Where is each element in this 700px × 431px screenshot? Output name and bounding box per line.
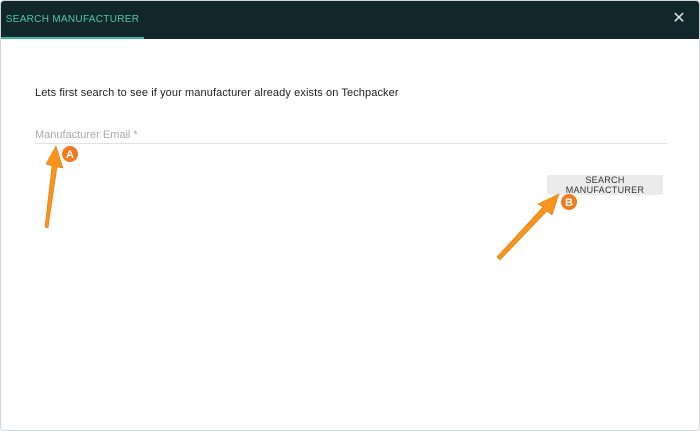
manufacturer-email-field-wrapper — [35, 125, 667, 144]
search-manufacturer-dialog: SEARCH MANUFACTURER ✕ Lets first search … — [0, 0, 700, 431]
intro-text: Lets first search to see if your manufac… — [35, 87, 399, 99]
close-icon[interactable]: ✕ — [671, 9, 687, 29]
marker-b-label: B — [565, 197, 573, 209]
search-manufacturer-button[interactable]: SEARCH MANUFACTURER — [547, 175, 663, 195]
marker-a-badge: A — [62, 146, 78, 162]
tab-search-manufacturer[interactable]: SEARCH MANUFACTURER — [1, 1, 144, 39]
annotation-overlay: A B — [44, 145, 577, 261]
arrow-icon — [496, 193, 560, 261]
arrow-icon — [44, 145, 64, 229]
manufacturer-email-field[interactable] — [35, 126, 667, 144]
marker-a-label: A — [66, 149, 74, 161]
marker-b-badge: B — [561, 194, 577, 210]
dialog-header: SEARCH MANUFACTURER ✕ — [1, 1, 699, 39]
